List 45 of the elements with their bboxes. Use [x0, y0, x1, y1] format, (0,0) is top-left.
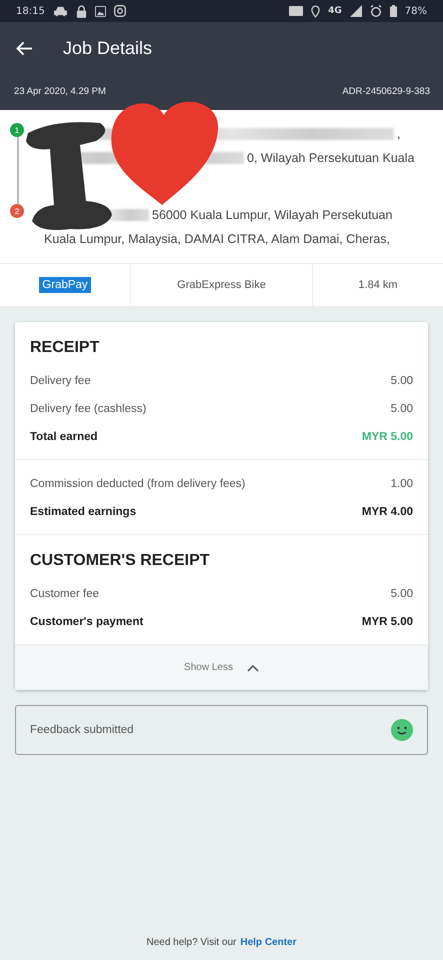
receipt-label: Total earned — [30, 431, 98, 443]
receipt-label: Commission deducted (from delivery fees) — [30, 478, 246, 490]
address-text: Kuala Lumpur, Malaysia, DAMAI CITRA, Alam Damai, Cheras, — [44, 232, 390, 246]
job-date: 23 Apr 2020, 4.29 PM — [14, 86, 106, 97]
back-arrow-icon — [16, 40, 33, 56]
receipt-amount: MYR 5.00 — [362, 616, 413, 628]
address-text: 56000 Kuala Lumpur, Wilayah Persekutuan — [152, 208, 392, 222]
distance: 1.84 km — [358, 279, 398, 291]
receipt-amount: 1.00 — [390, 478, 413, 490]
page-title: Job Details — [63, 38, 152, 58]
payment-badge: GrabPay — [39, 277, 91, 293]
receipt-label: Delivery fee (cashless) — [30, 403, 146, 415]
alarm-icon — [370, 5, 382, 17]
car-icon — [52, 6, 68, 16]
network-label: 4G — [328, 6, 342, 16]
address-text: 0, Wilayah Persekutuan Kuala — [247, 151, 414, 165]
job-id: ADR-2450629-9-383 — [342, 86, 430, 97]
receipt-amount: 5.00 — [390, 375, 413, 387]
receipt-amount: MYR 5.00 — [362, 431, 413, 443]
receipt-label: Estimated earnings — [30, 506, 136, 518]
receipt-label: Customer fee — [30, 588, 100, 600]
section-title: CUSTOMER'S RECEIPT — [29, 551, 211, 571]
address-text: , — [397, 127, 400, 141]
show-less-button[interactable]: Show Less — [15, 644, 428, 690]
stop-marker: 2 — [10, 204, 24, 218]
smiley-icon — [391, 719, 413, 741]
battery-level: 78% — [404, 6, 427, 16]
stop-marker: 1 — [10, 123, 24, 137]
location-pin-icon — [311, 4, 320, 18]
receipt-amount: MYR 4.00 — [362, 506, 413, 518]
battery-icon — [390, 5, 397, 17]
signal-icon — [350, 5, 362, 17]
feedback-label: Feedback submitted — [30, 724, 134, 736]
status-time: 18:15 — [16, 6, 45, 16]
receipt-label: Delivery fee — [30, 375, 91, 387]
camera-icon — [114, 5, 126, 17]
image-icon — [94, 6, 106, 16]
lock-icon — [76, 4, 87, 18]
help-text: Need help? Visit our — [146, 937, 236, 948]
receipt-amount: 5.00 — [390, 588, 413, 600]
receipt-label: Customer's payment — [30, 616, 144, 628]
section-title: RECEIPT — [29, 338, 100, 358]
help-center-link[interactable]: Help Center — [240, 937, 296, 948]
receipt-amount: 5.00 — [390, 403, 413, 415]
service-type: GrabExpress Bike — [177, 279, 266, 291]
